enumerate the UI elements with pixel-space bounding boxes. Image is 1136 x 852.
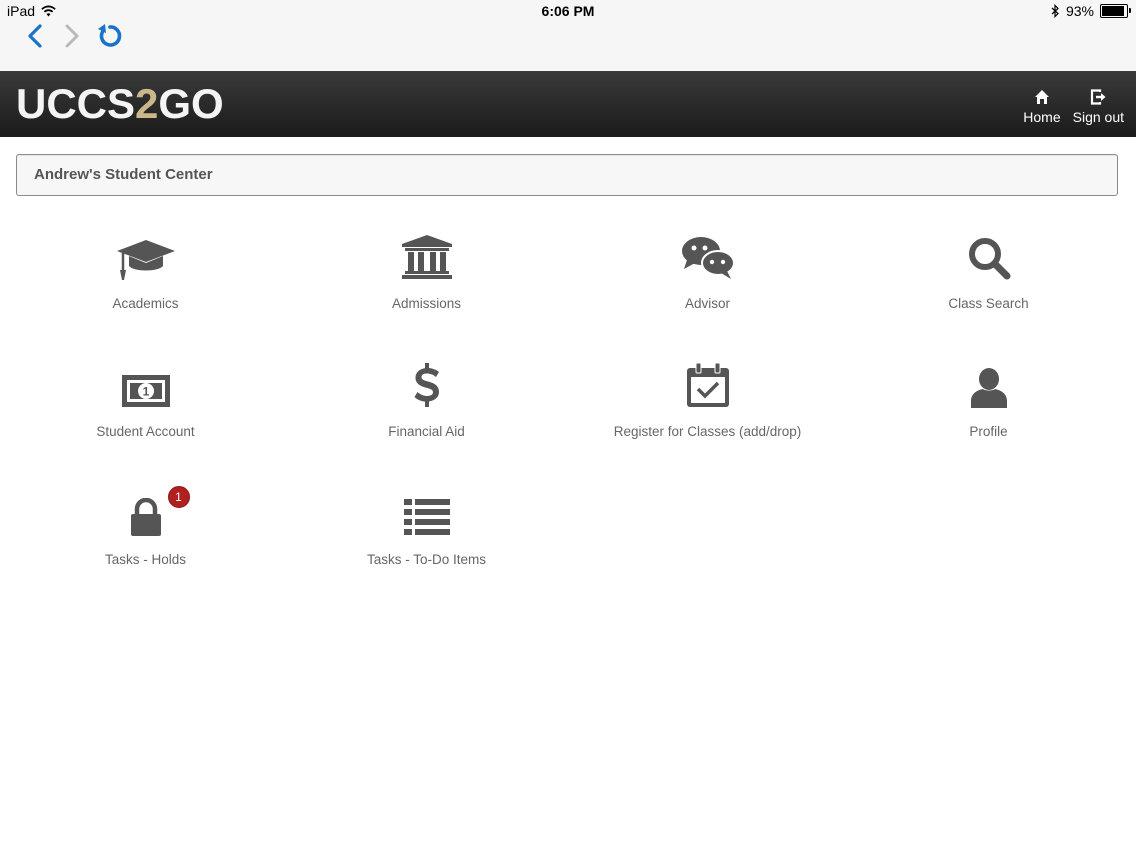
home-label: Home xyxy=(1023,109,1061,125)
page-title-bar: Andrew's Student Center xyxy=(16,154,1118,196)
tile-tasks-holds[interactable]: 1 Tasks - Holds xyxy=(5,476,286,586)
tile-label: Tasks - Holds xyxy=(104,552,187,567)
logo-text-go: GO xyxy=(158,80,224,127)
tile-label: Academics xyxy=(112,296,179,311)
svg-text:1: 1 xyxy=(142,385,149,399)
tile-label: Financial Aid xyxy=(388,424,465,439)
search-icon xyxy=(968,238,1010,280)
home-button[interactable]: Home xyxy=(1023,89,1061,125)
uccs2go-logo[interactable]: UCCS2GO xyxy=(16,80,224,128)
reload-button[interactable] xyxy=(96,22,124,50)
tile-class-search[interactable]: Class Search xyxy=(848,220,1129,330)
graduation-cap-icon xyxy=(116,240,175,280)
tile-register-classes[interactable]: Register for Classes (add/drop) xyxy=(567,348,848,458)
logo-text-2: 2 xyxy=(135,80,159,127)
user-icon xyxy=(970,368,1007,408)
battery-icon xyxy=(1100,4,1131,18)
battery-fill xyxy=(1102,6,1125,16)
reload-icon xyxy=(98,24,122,47)
tile-advisor[interactable]: Advisor xyxy=(567,220,848,330)
dollar-icon xyxy=(414,363,439,407)
back-button[interactable] xyxy=(21,22,49,50)
sign-out-label: Sign out xyxy=(1072,109,1124,125)
bluetooth-icon xyxy=(1051,4,1059,18)
page-title: Andrew's Student Center xyxy=(34,166,213,183)
tile-financial-aid[interactable]: Financial Aid xyxy=(286,348,567,458)
app-header: UCCS2GO Home Sign out xyxy=(0,71,1136,137)
money-icon: 1 xyxy=(121,375,170,407)
tile-tasks-todo[interactable]: Tasks - To-Do Items xyxy=(286,476,567,586)
battery-percent: 93% xyxy=(1065,3,1094,19)
home-icon xyxy=(1034,90,1049,104)
tile-label: Profile xyxy=(969,424,1008,439)
sign-out-icon xyxy=(1091,89,1106,105)
tile-student-account[interactable]: 1 Student Account xyxy=(5,348,286,458)
calendar-check-icon xyxy=(686,362,729,407)
holds-count-badge: 1 xyxy=(167,486,190,508)
chevron-right-icon xyxy=(65,24,79,48)
browser-toolbar xyxy=(0,22,1136,71)
status-time: 6:06 PM xyxy=(541,3,595,19)
tile-label: Class Search xyxy=(948,296,1029,311)
tile-label: Advisor xyxy=(684,296,730,311)
institution-icon xyxy=(401,235,452,279)
tile-label: Register for Classes (add/drop) xyxy=(613,424,802,439)
tile-label: Tasks - To-Do Items xyxy=(366,552,487,567)
tile-profile[interactable]: Profile xyxy=(848,348,1129,458)
lock-icon xyxy=(130,498,161,536)
chevron-left-icon xyxy=(28,24,42,48)
sign-out-button[interactable]: Sign out xyxy=(1073,89,1124,125)
forward-button[interactable] xyxy=(58,22,86,50)
logo-text-uccs: UCCS xyxy=(16,80,136,127)
status-bar: iPad 6:06 PM 93% xyxy=(0,0,1136,22)
tile-label: Student Account xyxy=(96,424,195,439)
tile-admissions[interactable]: Admissions xyxy=(286,220,567,330)
tile-label: Admissions xyxy=(391,296,462,311)
tile-academics[interactable]: Academics xyxy=(5,220,286,330)
chat-bubbles-icon xyxy=(681,237,735,279)
list-icon xyxy=(403,499,450,535)
